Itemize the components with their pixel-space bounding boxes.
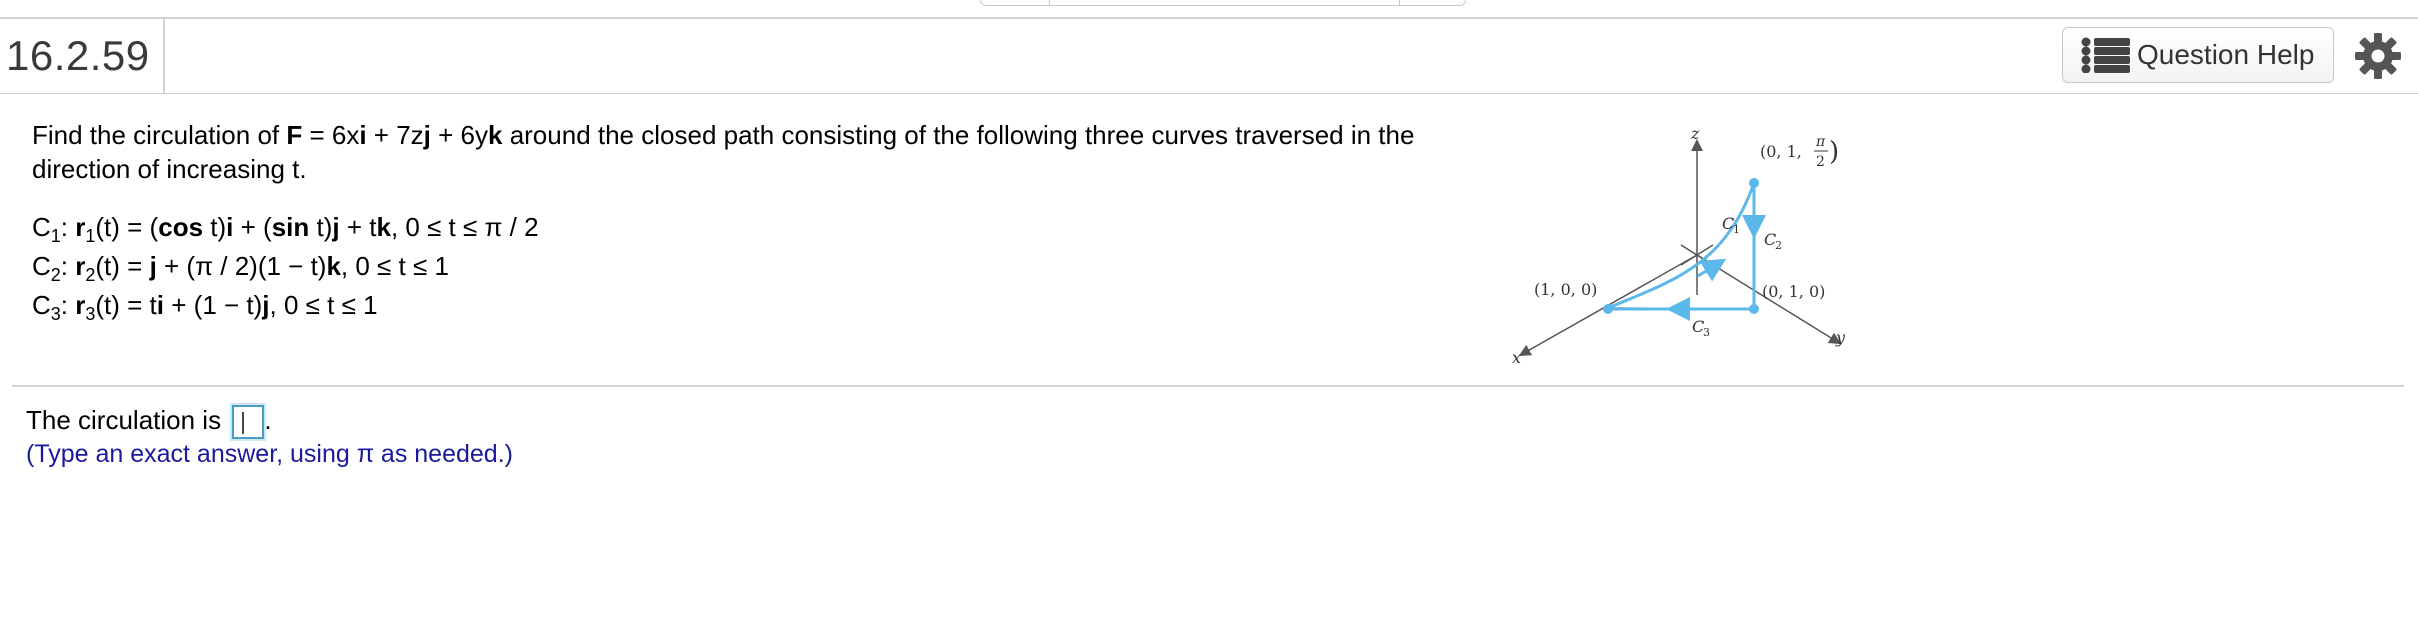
paren-close: )	[1829, 137, 1839, 167]
c2-sub: 2	[1775, 239, 1782, 252]
header-divider	[163, 18, 165, 94]
point-left	[1603, 304, 1613, 314]
curve-c1-arrow	[1697, 258, 1727, 282]
curve-c2: C2: r2(t) = j + (π / 2)(1 − t)k, 0 ≤ t ≤…	[32, 251, 449, 285]
unit-vector-k: k	[488, 120, 503, 150]
answer-lead: The circulation is	[26, 405, 229, 435]
curve-c3: C3: r3(t) = ti + (1 − t)j, 0 ≤ t ≤ 1	[32, 290, 378, 324]
toolbar-divider	[1049, 0, 1050, 5]
point-left-label: (1, 0, 0)	[1534, 280, 1597, 299]
unit-vector-i: i	[359, 120, 367, 150]
field-term-1: = 6x	[302, 120, 360, 150]
unit-vector-j: j	[423, 120, 431, 150]
point-top	[1749, 178, 1759, 188]
curve-c1: C1: r1(t) = (cos t)i + (sin t)j + tk, 0 …	[32, 212, 539, 246]
y-axis-label: y	[1835, 328, 1846, 347]
question-help-button[interactable]: Question Help	[2062, 27, 2334, 83]
point-right-label: (0, 1, 0)	[1762, 282, 1825, 301]
field-term-3: + 6y	[430, 120, 488, 150]
section-divider	[12, 385, 2404, 387]
page: 16.2.59 Question Help Find the circulati…	[0, 0, 2418, 622]
field-term-2: + 7z	[366, 120, 424, 150]
path-diagram: z x y (0, 1, π 2 ) (1, 0, 0) (0, 1, 0) C…	[1512, 124, 1846, 367]
question-header: 16.2.59 Question Help	[0, 18, 2418, 94]
x-axis-label: x	[1512, 348, 1521, 367]
answer-trail: .	[264, 405, 272, 435]
z-axis-label: z	[1690, 124, 1700, 143]
toolbar-divider	[1399, 0, 1400, 5]
question-prompt: Find the circulation of F = 6xi + 7zj + …	[32, 118, 1452, 186]
vector-field-symbol: F	[286, 120, 303, 150]
c3-sub: 3	[1703, 326, 1710, 339]
answer-line: The circulation is .	[26, 398, 272, 442]
prompt-lead: Find the circulation of	[32, 120, 287, 150]
answer-input[interactable]	[232, 405, 265, 439]
point-top-label: (0, 1,	[1760, 142, 1802, 161]
list-icon	[2081, 37, 2130, 73]
top-toolbar-fragment	[980, 0, 1466, 6]
pi-label: π	[1815, 134, 1826, 150]
text-caret	[242, 412, 244, 434]
answer-hint: (Type an exact answer, using π as needed…	[26, 440, 513, 468]
question-help-label: Question Help	[2137, 39, 2315, 70]
point-right	[1749, 304, 1759, 314]
gear-icon[interactable]	[2354, 32, 2402, 80]
curve-list: C1: r1(t) = (cos t)i + (sin t)j + tk, 0 …	[32, 208, 539, 325]
denominator-label: 2	[1816, 154, 1825, 170]
question-number: 16.2.59	[6, 32, 150, 79]
x-axis	[1518, 254, 1698, 356]
c1-sub: 1	[1733, 223, 1740, 236]
